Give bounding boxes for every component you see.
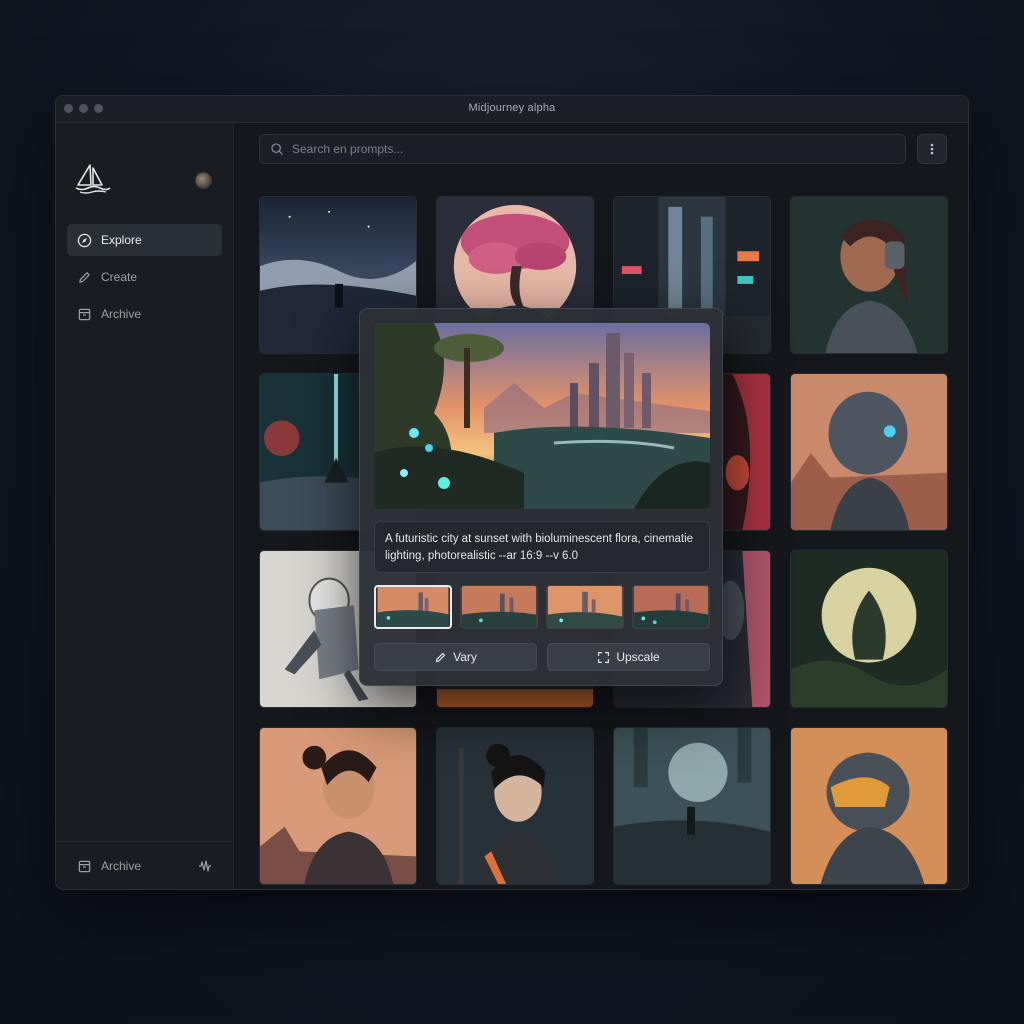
- archive-icon: [78, 308, 91, 320]
- vary-button[interactable]: Vary: [374, 643, 537, 671]
- sidebar-nav: Explore Create Archive: [67, 224, 222, 335]
- more-options-button[interactable]: [917, 134, 947, 164]
- gallery-image-cyborg-woman[interactable]: [790, 196, 948, 354]
- sidebar-footer: Archive: [56, 841, 233, 889]
- pencil-icon: [435, 652, 446, 662]
- sidebar-item-label: Create: [101, 270, 138, 284]
- sidebar-footer-archive[interactable]: Archive: [67, 850, 187, 882]
- audio-wave-icon[interactable]: [197, 858, 213, 874]
- gallery-image-moon-wanderer[interactable]: [613, 727, 771, 885]
- midjourney-logo-icon[interactable]: [74, 163, 112, 195]
- user-avatar[interactable]: [195, 172, 212, 189]
- upscale-button[interactable]: Upscale: [547, 643, 710, 671]
- gallery-image-warrior-woman[interactable]: [259, 727, 417, 885]
- search-icon: [271, 143, 283, 155]
- more-vertical-icon: [930, 143, 934, 155]
- expand-frame-icon: [598, 651, 610, 663]
- window-title: Midjourney alpha: [468, 102, 556, 114]
- gallery-image-robot-desert[interactable]: [790, 373, 948, 531]
- preview-image-futuristic-city[interactable]: [374, 323, 710, 509]
- variation-thumb-2[interactable]: [460, 585, 538, 629]
- variation-thumb-1[interactable]: [374, 585, 452, 629]
- variation-thumb-4[interactable]: [632, 585, 710, 629]
- compass-icon: [77, 233, 92, 247]
- sidebar-item-label: Archive: [101, 307, 142, 321]
- variation-thumbnails: [374, 585, 710, 629]
- app-window: Midjourney alpha Explore Create Archive …: [55, 95, 969, 890]
- pencil-icon: [79, 271, 90, 283]
- archive-icon: [78, 860, 91, 872]
- sidebar-item-label: Explore: [101, 233, 142, 247]
- gallery-image-ninja-woman[interactable]: [436, 727, 594, 885]
- gallery-image-helmet-robot[interactable]: [790, 727, 948, 885]
- search-bar[interactable]: [259, 134, 906, 164]
- vary-button-label: Vary: [453, 650, 477, 664]
- sidebar-item-archive[interactable]: Archive: [67, 298, 222, 330]
- preview-actions: Vary Upscale: [374, 643, 710, 671]
- variation-thumb-3[interactable]: [546, 585, 624, 629]
- upscale-button-label: Upscale: [616, 650, 660, 664]
- sidebar-item-explore[interactable]: Explore: [67, 224, 222, 256]
- prompt-text[interactable]: A futuristic city at sunset with biolumi…: [374, 521, 710, 573]
- title-bar: Midjourney alpha: [56, 96, 968, 123]
- sidebar-item-create[interactable]: Create: [67, 261, 222, 293]
- sidebar: Explore Create Archive Archive: [56, 123, 234, 889]
- gallery-image-ornamental-moon[interactable]: [790, 550, 948, 708]
- image-preview-panel: A futuristic city at sunset with biolumi…: [359, 308, 723, 686]
- search-input[interactable]: [292, 142, 872, 156]
- sidebar-item-label: Archive: [101, 859, 142, 873]
